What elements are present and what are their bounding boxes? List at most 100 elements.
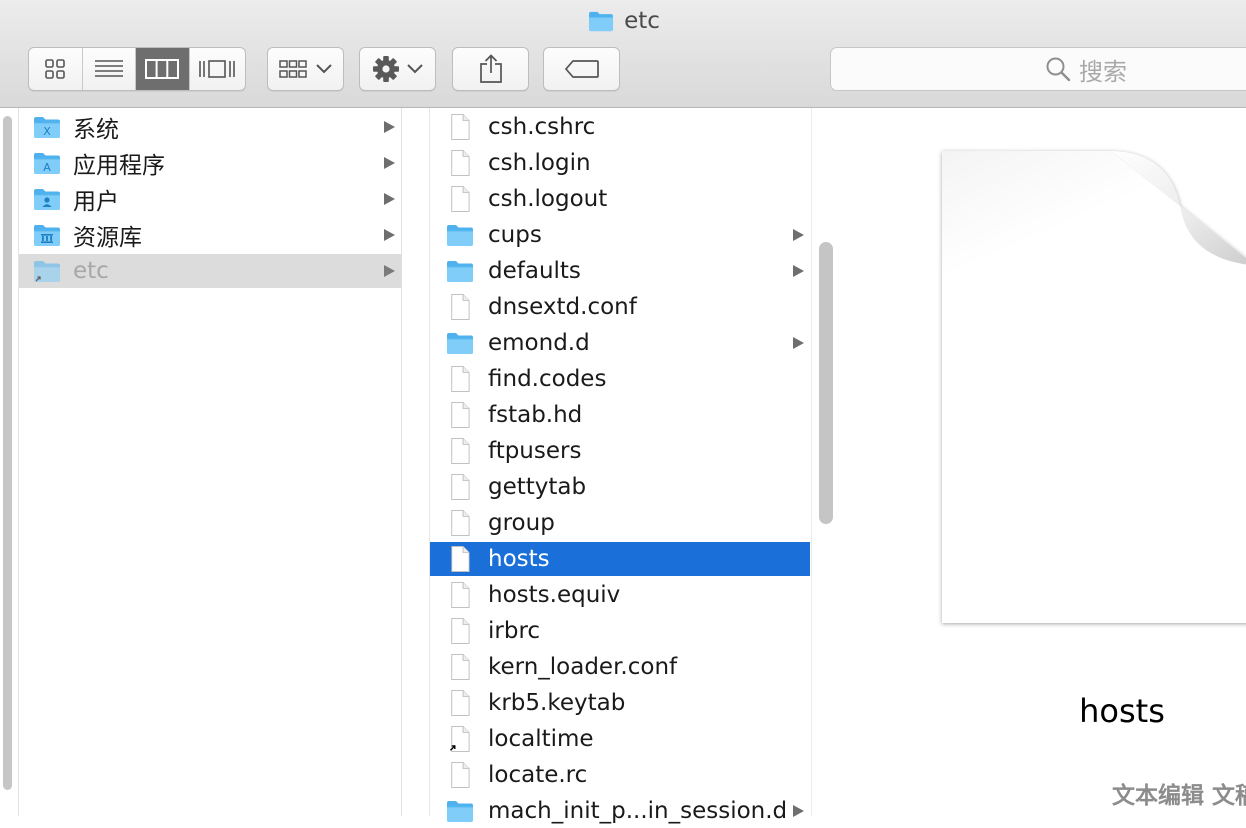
file-item[interactable]: irbrc — [430, 614, 810, 648]
file-item-label: csh.login — [488, 150, 591, 176]
arrange-grid-icon — [278, 60, 307, 78]
file-item-label: csh.logout — [488, 186, 608, 212]
document-icon — [446, 186, 474, 212]
document-icon — [446, 546, 474, 572]
share-button[interactable] — [452, 47, 529, 91]
document-icon — [446, 474, 474, 500]
action-button[interactable] — [359, 47, 436, 91]
locations-column: X 系统 A 应用程序 用户 资源库 etc — [19, 108, 402, 816]
file-item[interactable]: csh.cshrc — [430, 110, 810, 144]
disclosure-arrow-icon — [793, 805, 804, 817]
library-folder-icon — [33, 222, 61, 248]
file-item[interactable]: fstab.hd — [430, 398, 810, 432]
preview-file-kind: 文本编辑 文稿 — [1111, 783, 1246, 809]
file-item-label: locate.rc — [488, 762, 588, 788]
toolbar: etc 搜索 — [0, 0, 1246, 108]
file-item-label: hosts.equiv — [488, 582, 621, 608]
file-item[interactable]: csh.login — [430, 146, 810, 180]
preview-pane: hosts 文本编辑 文稿 — [838, 108, 1246, 816]
file-item[interactable]: gettytab — [430, 470, 810, 504]
disclosure-arrow-icon — [793, 337, 804, 349]
folder-item[interactable]: mach_init_p...in_session.d — [430, 794, 810, 828]
folder-icon — [446, 222, 474, 248]
document-icon — [446, 654, 474, 680]
disclosure-arrow-icon — [384, 121, 395, 133]
column-divider[interactable] — [402, 108, 430, 816]
etc-column-scrollbar[interactable] — [811, 108, 839, 816]
column-item-label: 用户 — [73, 189, 119, 215]
tags-button[interactable] — [543, 47, 620, 91]
file-item-label: csh.cshrc — [488, 114, 596, 140]
file-item-label: irbrc — [488, 618, 541, 644]
file-item-label: kern_loader.conf — [488, 654, 678, 680]
folder-item[interactable]: emond.d — [430, 326, 810, 360]
etc-column: csh.cshrc csh.login csh.logout cups defa… — [430, 108, 810, 824]
document-preview-icon — [942, 151, 1246, 623]
search-icon — [1046, 57, 1071, 82]
file-item-label: group — [488, 510, 555, 536]
folder-item-label: mach_init_p...in_session.d — [488, 798, 788, 824]
file-item[interactable]: find.codes — [430, 362, 810, 396]
file-item[interactable]: hosts.equiv — [430, 578, 810, 612]
cover-flow-view-button[interactable] — [190, 48, 245, 90]
alias-item[interactable]: localtime — [430, 722, 810, 756]
grid-icon — [45, 59, 66, 79]
document-icon — [446, 690, 474, 716]
file-item-label: hosts — [488, 546, 550, 572]
folder-item[interactable]: cups — [430, 218, 810, 252]
file-item[interactable]: krb5.keytab — [430, 686, 810, 720]
column-item-library[interactable]: 资源库 — [19, 218, 401, 252]
icon-view-button[interactable] — [29, 48, 83, 90]
file-item[interactable]: csh.logout — [430, 182, 810, 216]
file-item-label: fstab.hd — [488, 402, 583, 428]
disclosure-arrow-icon — [384, 157, 395, 169]
scrollbar-thumb[interactable] — [819, 242, 833, 524]
column-item-applications[interactable]: A 应用程序 — [19, 146, 401, 180]
document-icon — [446, 438, 474, 464]
file-item-label: find.codes — [488, 366, 607, 392]
document-icon — [446, 366, 474, 392]
column-item-users[interactable]: 用户 — [19, 182, 401, 216]
file-item[interactable]: ftpusers — [430, 434, 810, 468]
folder-item[interactable]: defaults — [430, 254, 810, 288]
disclosure-arrow-icon — [384, 193, 395, 205]
document-icon — [446, 618, 474, 644]
left-column-scrollbar[interactable] — [0, 108, 19, 816]
applications-folder-icon: A — [33, 150, 61, 176]
file-item[interactable]: dnsextd.conf — [430, 290, 810, 324]
folder-item-label: cups — [488, 222, 542, 248]
scrollbar-thumb[interactable] — [3, 116, 12, 790]
file-item[interactable]: locate.rc — [430, 758, 810, 792]
columns-icon — [145, 59, 180, 79]
alias-document-icon — [449, 726, 474, 752]
document-icon — [446, 582, 474, 608]
gear-icon — [372, 56, 399, 82]
svg-text:A: A — [43, 161, 51, 174]
share-icon — [479, 54, 502, 83]
system-folder-icon: X — [33, 114, 61, 140]
list-view-button[interactable] — [83, 48, 136, 90]
folder-item-label: emond.d — [488, 330, 590, 356]
file-item-label: localtime — [488, 726, 594, 752]
preview-file-name: hosts — [1079, 692, 1165, 730]
view-mode-switcher — [28, 47, 246, 91]
file-item-label: dnsextd.conf — [488, 294, 637, 320]
folder-item-label: defaults — [488, 258, 581, 284]
search-field[interactable]: 搜索 — [830, 47, 1246, 91]
column-view-button[interactable] — [136, 48, 190, 90]
window-title: etc — [0, 6, 1246, 36]
file-item-selected[interactable]: hosts — [430, 542, 810, 576]
column-item-label: etc — [73, 258, 109, 284]
file-item[interactable]: kern_loader.conf — [430, 650, 810, 684]
column-item-etc[interactable]: etc — [19, 254, 401, 288]
file-item[interactable]: group — [430, 506, 810, 540]
window-title-text: etc — [624, 8, 660, 34]
users-folder-icon — [33, 186, 61, 212]
folder-icon — [446, 330, 474, 356]
column-item-system[interactable]: X 系统 — [19, 110, 401, 144]
file-item-label: krb5.keytab — [488, 690, 626, 716]
disclosure-arrow-icon — [793, 229, 804, 241]
document-icon — [446, 510, 474, 536]
arrange-button[interactable] — [267, 47, 344, 91]
disclosure-arrow-icon — [793, 265, 804, 277]
